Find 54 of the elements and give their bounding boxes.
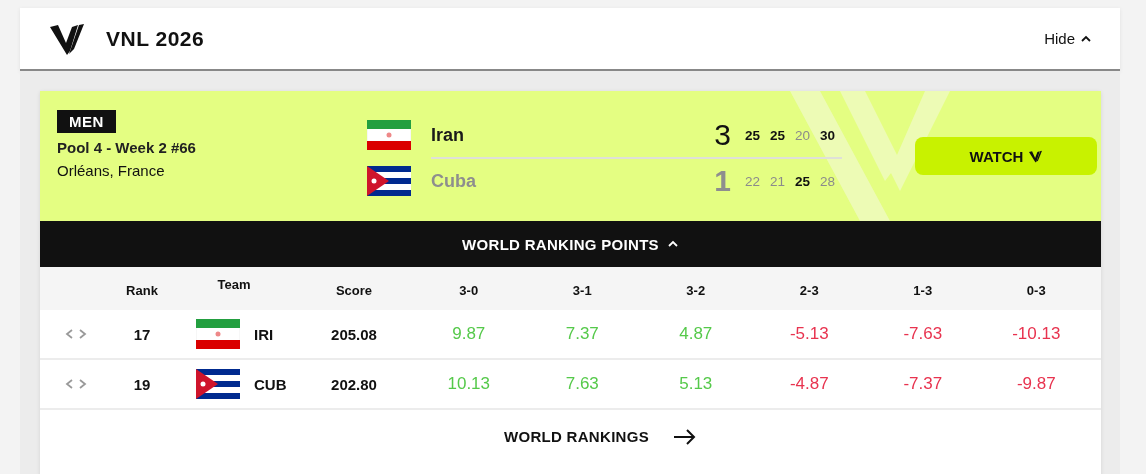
set-score: 25 [744, 127, 761, 143]
points-cell-text: 10.13 [446, 374, 491, 394]
points-cell-text: -7.63 [902, 324, 944, 344]
team-code: CUB [254, 375, 287, 393]
logo-icon [1029, 149, 1043, 163]
points-cell-text: -9.87 [1015, 374, 1057, 394]
column-header: 2-3 [798, 283, 820, 298]
rank-cell-text: 19 [132, 375, 152, 393]
points-cell-text: 4.87 [678, 324, 714, 344]
world-rankings-link[interactable]: WORLD RANKINGS [504, 428, 697, 445]
watch-button[interactable]: WATCH [915, 137, 1097, 175]
points-cell-text: 7.37 [564, 324, 600, 344]
flag-icon [196, 319, 240, 349]
set-score: 21 [769, 173, 786, 189]
logo-icon [50, 22, 84, 55]
ranking-points-bar[interactable]: WORLD RANKING POINTS [40, 221, 1101, 267]
app-title: VNL 2026 [106, 26, 206, 51]
points-cell-text: 5.13 [678, 374, 714, 394]
set-score: 25 [794, 173, 811, 189]
venue-label: Orléans, France [57, 162, 165, 179]
points-cell-text: -10.13 [1011, 324, 1062, 344]
column-header: Rank [125, 283, 159, 298]
set-score: 28 [819, 173, 836, 189]
column-header: Team [216, 277, 252, 292]
pool-label: Pool 4 - Week 2 #66 [57, 139, 196, 156]
flag-icon [367, 166, 411, 196]
flag-icon [367, 120, 411, 150]
category-badge: MEN [57, 110, 116, 133]
arrow-right-icon [673, 428, 697, 445]
flag-icon [196, 369, 240, 399]
points-cell-text: 7.63 [564, 374, 600, 394]
column-header: 1-3 [912, 283, 934, 298]
points-cell-text: -7.37 [902, 374, 944, 394]
set-score: 30 [819, 127, 836, 143]
sets-won: 1 [713, 164, 731, 198]
set-score: 20 [794, 127, 811, 143]
score-cell-text: 205.08 [330, 325, 378, 343]
points-cell-text: 9.87 [451, 324, 487, 344]
team-code: IRI [254, 325, 274, 343]
rank-cell-text: 17 [132, 325, 152, 343]
column-header: Score [334, 283, 374, 298]
points-cell-text: -4.87 [788, 374, 830, 394]
team-name: Iran [431, 124, 465, 146]
column-header: 3-0 [458, 283, 480, 298]
column-header: 0-3 [1025, 283, 1047, 298]
score-cell-text: 202.80 [330, 375, 378, 393]
column-header: 3-1 [571, 283, 593, 298]
sets-won: 3 [713, 118, 731, 152]
column-header: 3-2 [685, 283, 707, 298]
hide-button[interactable]: Hide [1044, 30, 1092, 47]
team-name: Cuba [431, 170, 477, 192]
points-cell-text: -5.13 [788, 324, 830, 344]
set-score: 25 [769, 127, 786, 143]
set-score: 22 [744, 173, 761, 189]
